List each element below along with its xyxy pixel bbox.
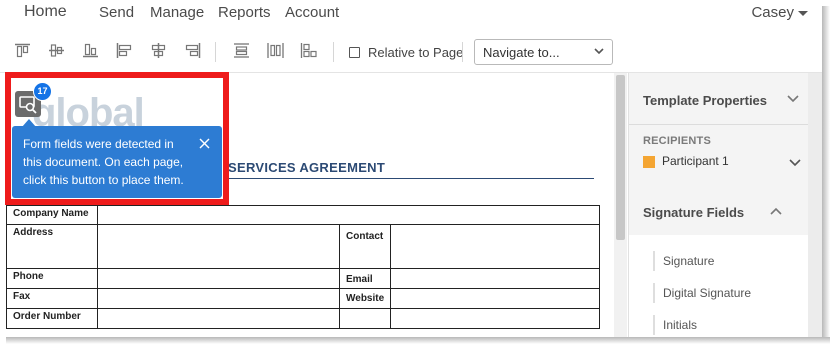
align-left-icon[interactable] [116, 43, 133, 58]
document-scrollbar-thumb[interactable] [616, 75, 625, 240]
align-center-icon[interactable] [150, 43, 167, 58]
table-cell-label: Company Name [6, 205, 98, 225]
user-menu[interactable]: Casey [751, 4, 794, 21]
nav-reports-link[interactable]: Reports [218, 4, 271, 21]
chevron-down-icon[interactable] [787, 95, 799, 103]
document-scrollbar[interactable] [614, 73, 627, 337]
top-nav: Home Send Manage Reports Account Casey [0, 0, 822, 28]
red-highlight-annotation [5, 72, 229, 205]
field-item-bar [653, 283, 655, 303]
match-size-icon[interactable] [300, 43, 317, 58]
nav-home-link[interactable]: Home [24, 3, 67, 21]
panel-divider [629, 124, 809, 125]
align-top-icon[interactable] [14, 43, 31, 58]
template-properties-header[interactable]: Template Properties [643, 93, 767, 108]
initials-field-item[interactable]: Initials [663, 318, 697, 332]
properties-panel: Template Properties RECIPIENTS Participa… [628, 73, 809, 337]
chevron-down-icon [594, 48, 604, 55]
table-cell-field[interactable] [390, 308, 601, 329]
field-item-bar [653, 251, 655, 271]
signature-fields-header[interactable]: Signature Fields [629, 185, 809, 235]
user-menu-caret-icon[interactable] [798, 11, 808, 16]
alignment-toolbar: Relative to Page Navigate to... [0, 30, 822, 73]
toolbar-divider [215, 42, 216, 62]
digital-signature-field-item[interactable]: Digital Signature [663, 286, 751, 300]
panel-scrollbar[interactable] [808, 73, 822, 337]
nav-manage-link[interactable]: Manage [150, 4, 204, 21]
align-middle-icon[interactable] [48, 43, 65, 58]
table-cell-field[interactable] [97, 268, 340, 289]
relative-to-page-checkbox[interactable] [349, 47, 360, 58]
chevron-down-icon[interactable] [789, 159, 801, 167]
nav-account-link[interactable]: Account [285, 4, 339, 21]
table-cell-label: Contact [338, 224, 392, 269]
navigate-to-dropdown[interactable]: Navigate to... [474, 39, 613, 65]
align-right-icon[interactable] [184, 43, 201, 58]
field-item-bar [653, 315, 655, 335]
align-bottom-icon[interactable] [82, 43, 99, 58]
chevron-up-icon[interactable] [770, 207, 782, 215]
table-cell-field[interactable] [390, 268, 601, 289]
nav-send-link[interactable]: Send [99, 4, 134, 21]
signature-field-item[interactable]: Signature [663, 254, 714, 268]
toolbar-divider [462, 42, 463, 62]
table-cell-field[interactable] [390, 288, 601, 309]
signature-fields-title: Signature Fields [643, 205, 745, 220]
title-underline [228, 178, 594, 179]
distribute-horizontal-icon[interactable] [267, 43, 284, 58]
relative-to-page-label[interactable]: Relative to Page [368, 45, 463, 60]
agreement-title: SERVICES AGREEMENT [228, 160, 386, 175]
recipients-label: RECIPIENTS [643, 135, 712, 147]
table-cell-label [338, 308, 392, 329]
company-info-table: Company Name Address Contact Phone Email… [6, 205, 601, 329]
navigate-to-value: Navigate to... [483, 45, 560, 60]
signature-fields-section: Signature Fields Signature Digital Signa… [629, 185, 809, 337]
table-cell-field[interactable] [390, 224, 601, 269]
table-cell-field[interactable] [97, 288, 340, 309]
table-cell-label: Address [6, 224, 98, 269]
table-cell-field[interactable] [97, 308, 340, 329]
table-cell-field[interactable] [96, 205, 601, 225]
table-cell-field[interactable] [97, 224, 340, 269]
window-shadow [822, 6, 830, 344]
table-cell-label: Order Number [6, 308, 98, 329]
window-shadow [6, 337, 830, 344]
participant-selector[interactable]: Participant 1 [662, 154, 729, 168]
table-cell-label: Website [338, 288, 392, 309]
table-cell-label: Email [338, 268, 392, 289]
table-cell-label: Fax [6, 288, 98, 309]
table-cell-label: Phone [6, 268, 98, 289]
distribute-vertical-icon[interactable] [233, 43, 250, 58]
participant-color-swatch [643, 156, 655, 168]
toolbar-divider [333, 42, 334, 62]
